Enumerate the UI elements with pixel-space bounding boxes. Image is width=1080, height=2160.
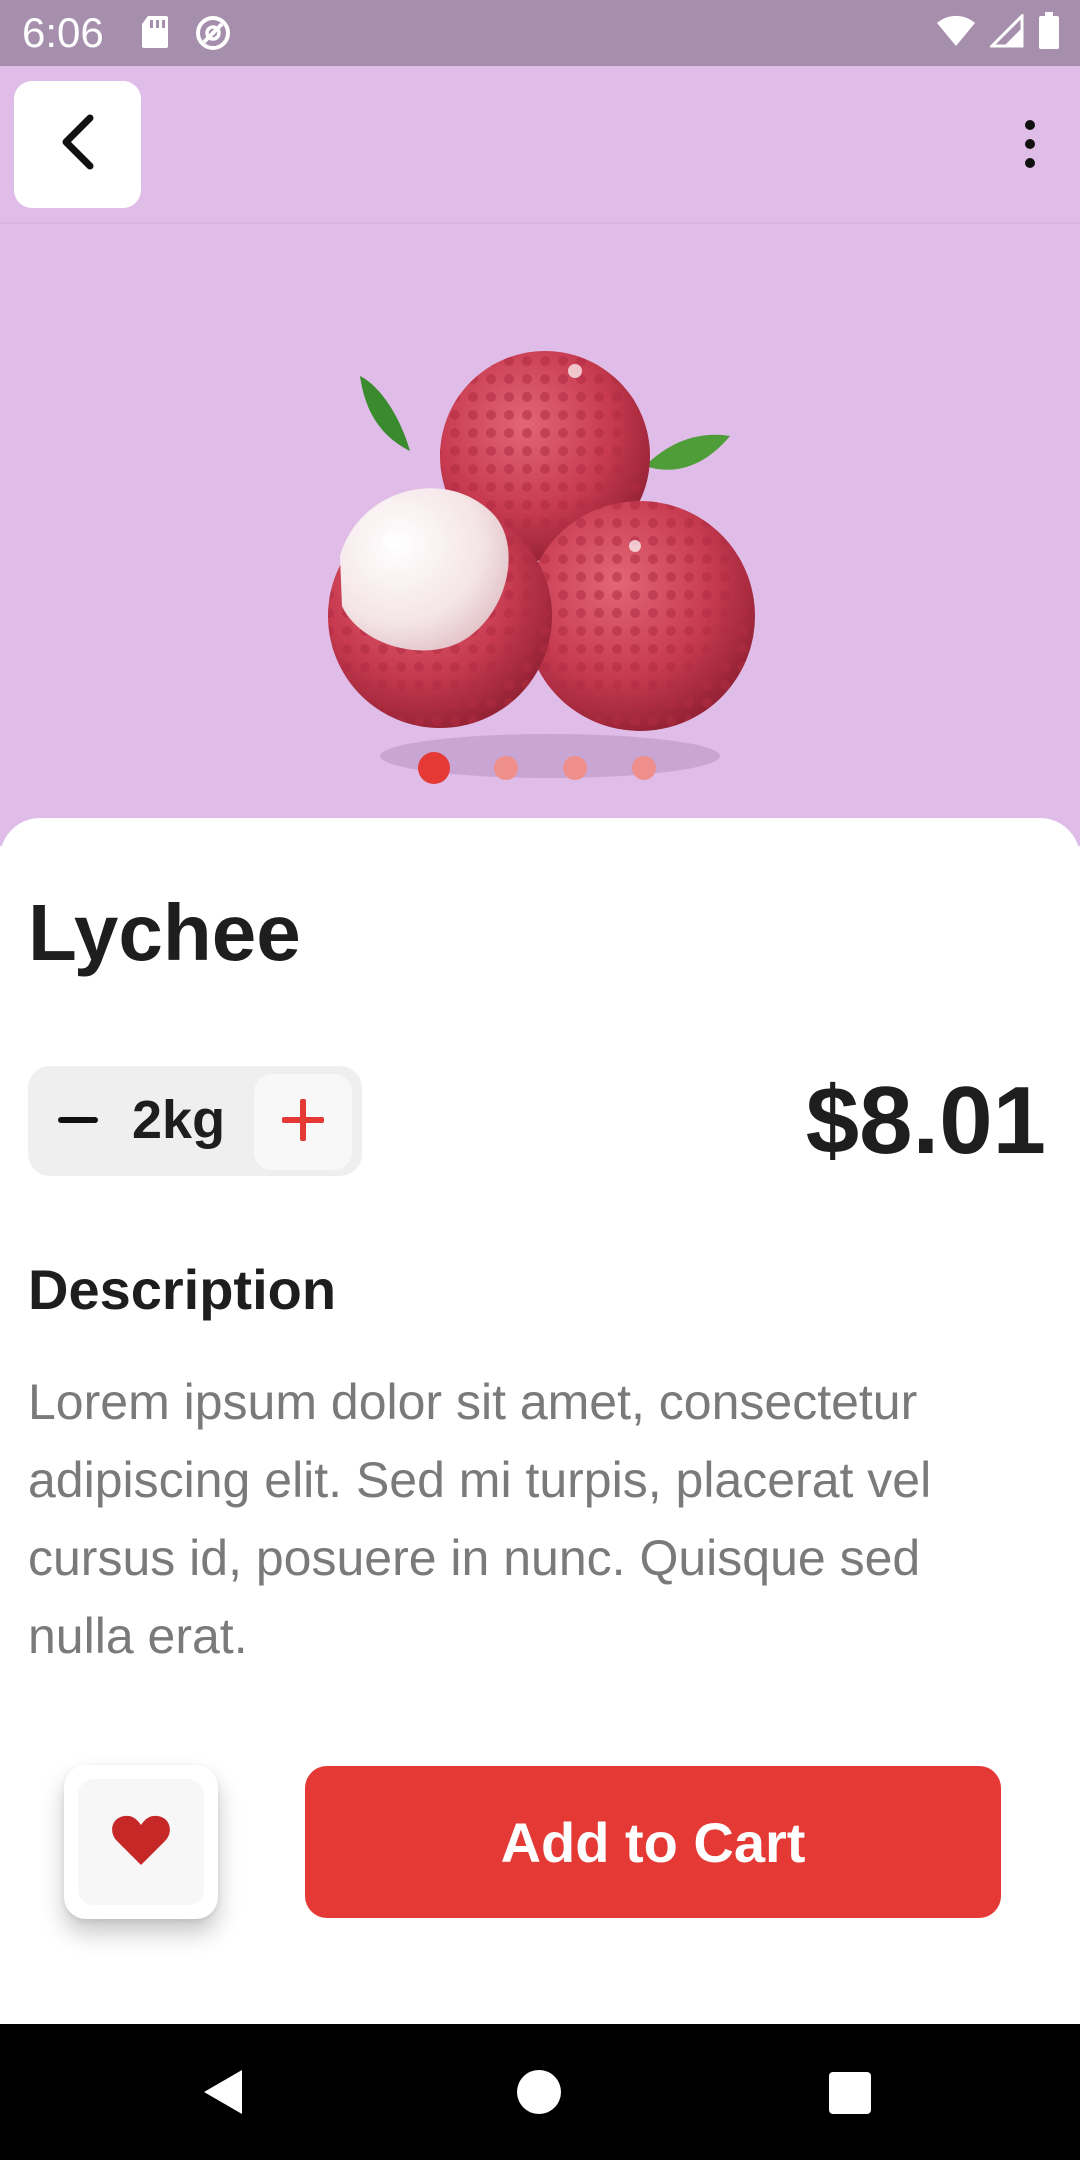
plus-icon: [280, 1097, 326, 1148]
sd-card-icon: [140, 14, 170, 57]
product-hero: [0, 66, 1080, 846]
carousel-dot[interactable]: [494, 756, 518, 780]
header-divider: [0, 222, 1080, 224]
product-detail-sheet: Lychee 2kg $8.01 Description Lorem ipsum…: [0, 818, 1080, 2024]
description-text: Lorem ipsum dolor sit amet, consectetur …: [28, 1374, 932, 1664]
system-nav-bar: [0, 2024, 1080, 2160]
status-bar: 6:06: [0, 0, 1080, 66]
carousel-dot-active[interactable]: [418, 752, 450, 784]
favorite-button-inner: [78, 1779, 204, 1905]
description-heading: Description: [28, 1258, 337, 1321]
heart-icon: [111, 1813, 171, 1872]
quantity-stepper: 2kg: [28, 1066, 362, 1176]
minus-icon: [58, 1117, 98, 1123]
cell-signal-icon: [988, 12, 1024, 53]
wifi-icon: [936, 14, 976, 53]
back-button[interactable]: [14, 81, 141, 208]
carousel-dot[interactable]: [563, 756, 587, 780]
chevron-left-icon: [56, 112, 100, 177]
product-title: Lychee: [28, 888, 301, 977]
status-time: 6:06: [22, 9, 104, 56]
more-vert-dot: [1025, 158, 1035, 168]
battery-icon: [1038, 12, 1060, 55]
more-options-button[interactable]: [1010, 104, 1050, 184]
increase-quantity-button[interactable]: [254, 1074, 352, 1170]
add-to-cart-button[interactable]: Add to Cart: [305, 1766, 1001, 1918]
more-vert-dot: [1025, 139, 1035, 149]
nav-recents-icon[interactable]: [829, 2072, 871, 2114]
decrease-quantity-button[interactable]: [48, 1090, 108, 1150]
carousel-dot[interactable]: [632, 756, 656, 780]
carousel-indicator: [0, 752, 1080, 792]
product-price: $8.01: [805, 1067, 1046, 1174]
nav-back-icon[interactable]: [200, 2068, 244, 2121]
more-vert-icon: [1025, 120, 1035, 130]
quantity-value: 2kg: [132, 1090, 226, 1150]
lychee-fruit-image: [320, 316, 760, 796]
status-left-icons: [140, 14, 232, 57]
status-right-icons: [936, 12, 1060, 55]
favorite-button[interactable]: [64, 1765, 218, 1919]
do-not-disturb-icon: [194, 14, 232, 57]
nav-home-icon[interactable]: [517, 2070, 561, 2114]
